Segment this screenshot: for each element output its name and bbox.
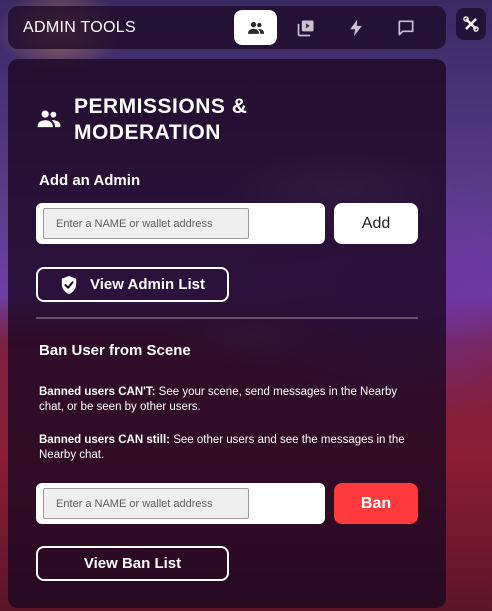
ban-user-field-container [36, 483, 325, 524]
view-ban-list-label: View Ban List [83, 555, 182, 572]
video-library-icon [297, 20, 313, 36]
tab-video[interactable] [284, 10, 327, 45]
add-admin-button[interactable]: Add [334, 203, 418, 244]
chat-bubble-icon [398, 20, 413, 36]
ban-user-input[interactable] [43, 488, 249, 519]
users-icon [247, 21, 264, 34]
panel-header: PERMISSIONS & MODERATION [36, 94, 294, 146]
panel-title: PERMISSIONS & MODERATION [74, 95, 248, 144]
lightning-icon [349, 19, 362, 36]
add-admin-heading: Add an Admin [39, 172, 141, 189]
topbar-tabs [234, 10, 427, 45]
add-admin-input[interactable] [43, 208, 249, 239]
section-divider [36, 317, 418, 319]
ban-user-button[interactable]: Ban [334, 483, 418, 524]
tools-toggle-button[interactable] [456, 8, 486, 40]
users-icon [37, 110, 61, 128]
view-ban-list-button[interactable]: View Ban List [36, 546, 229, 581]
banned-cant-description: Banned users CAN'T: See your scene, send… [39, 385, 411, 415]
add-admin-field-container [36, 203, 325, 244]
banned-can-description: Banned users CAN still: See other users … [39, 433, 411, 463]
banned-can-label: Banned users CAN still: [39, 434, 170, 446]
banned-cant-label: Banned users CAN'T: [39, 386, 156, 398]
tab-permissions[interactable] [234, 10, 277, 45]
view-admin-list-label: View Admin List [89, 276, 206, 293]
tools-cross-icon [463, 16, 479, 32]
tab-actions[interactable] [334, 10, 377, 45]
admin-tools-topbar: ADMIN TOOLS [8, 6, 446, 49]
topbar-title: ADMIN TOOLS [23, 18, 136, 36]
view-admin-list-button[interactable]: View Admin List [36, 267, 229, 302]
ban-user-heading: Ban User from Scene [39, 342, 191, 359]
shield-check-icon [61, 275, 77, 294]
permissions-panel: PERMISSIONS & MODERATION Add an Admin Ad… [8, 59, 446, 608]
tab-chat[interactable] [384, 10, 427, 45]
